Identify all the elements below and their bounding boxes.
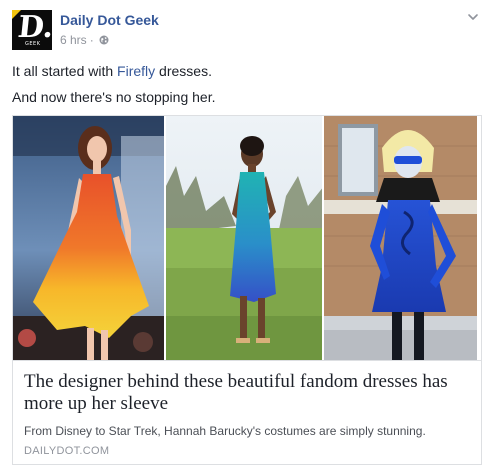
post-timestamp[interactable]: 6 hrs [60, 33, 87, 47]
teal-dress-image [166, 116, 322, 360]
photo-collage[interactable] [13, 116, 481, 360]
link-headline[interactable]: The designer behind these beautiful fand… [24, 371, 472, 415]
link-preview-card[interactable]: The designer behind these beautiful fand… [12, 115, 482, 465]
link-description: From Disney to Star Trek, Hannah Barucky… [24, 424, 426, 438]
post-meta: 6 hrs · [60, 33, 109, 47]
meta-separator: · [89, 33, 94, 47]
message-text-after: dresses. [155, 63, 212, 79]
link-caption[interactable]: The designer behind these beautiful fand… [13, 360, 481, 464]
message-text-before: It all started with [12, 63, 118, 79]
orange-dress-image [13, 116, 164, 360]
news-feed-post: D. GEEK Daily Dot Geek 6 hrs · It all st… [0, 0, 490, 470]
page-name-link[interactable]: Daily Dot Geek [60, 12, 159, 28]
photo-orange-dress[interactable] [13, 116, 164, 360]
avatar-logo-tag: GEEK [25, 41, 41, 47]
chevron-down-icon[interactable] [466, 10, 480, 24]
link-domain: DAILYDOT.COM [24, 445, 110, 457]
post-message-line-2: And now there's no stopping her. [12, 89, 216, 105]
blue-costume-image [324, 116, 477, 360]
photo-teal-dress[interactable] [164, 116, 322, 360]
photo-blue-costume[interactable] [322, 116, 477, 360]
post-message-line-1: It all started with Firefly dresses. [12, 62, 212, 80]
globe-icon [99, 35, 109, 45]
firefly-link[interactable]: Firefly [117, 63, 155, 79]
page-avatar[interactable]: D. GEEK [12, 10, 52, 50]
